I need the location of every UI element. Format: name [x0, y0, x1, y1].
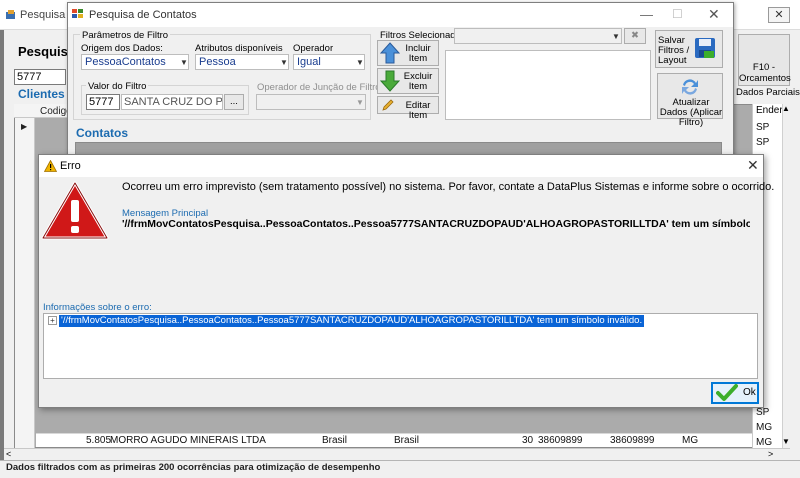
grid-horizontal-scrollbar[interactable] — [4, 448, 790, 460]
clear-filter-icon[interactable]: ✖ — [624, 28, 646, 44]
minimize-icon[interactable]: — — [640, 7, 653, 22]
valor-text-input[interactable]: SANTA CRUZ DO PAI — [121, 94, 223, 110]
contatos-title: Contatos — [76, 126, 128, 140]
chevron-down-icon[interactable]: ▼ — [180, 58, 188, 67]
row-cell-telefone-2: 38609899 — [610, 435, 655, 446]
error-message: Ocorreu um erro imprevisto (sem tratamen… — [122, 181, 775, 193]
scroll-right-icon[interactable]: > — [768, 449, 773, 459]
excluir-label: Excluir Item — [403, 71, 433, 92]
row-cell-numero: 30 — [522, 435, 534, 446]
atributos-select[interactable]: Pessoa — [195, 54, 289, 70]
checkmark-icon — [716, 384, 738, 401]
origem-select[interactable]: PessoaContatos — [81, 54, 189, 70]
valor-code-input[interactable]: 5777 — [86, 94, 120, 110]
row-cell-uf: MG — [682, 435, 699, 446]
filtros-list[interactable] — [445, 50, 651, 120]
main-close-button[interactable]: ✕ — [768, 7, 790, 23]
warning-icon — [44, 160, 57, 172]
maximize-icon[interactable]: ☐ — [672, 7, 683, 21]
grid-cell[interactable]: SP — [756, 137, 780, 148]
origem-value: PessoaContatos — [85, 56, 166, 68]
grid-cell[interactable]: MG — [756, 437, 780, 448]
chevron-down-icon[interactable]: ▼ — [356, 58, 364, 67]
arrow-down-icon — [380, 70, 400, 92]
scroll-down-icon[interactable]: ▼ — [782, 437, 790, 446]
principal-message: '//frmMovContatosPesquisa..PessoaContato… — [122, 218, 750, 230]
row-cell-telefone: 38609899 — [538, 435, 583, 446]
close-icon[interactable]: ✕ — [708, 6, 720, 23]
row-cell-nome: MORRO AGUDO MINERAIS LTDA — [110, 435, 266, 446]
operador-value: Igual — [297, 56, 321, 68]
tree-item[interactable]: '//frmMovContatosPesquisa..PessoaContato… — [59, 315, 645, 327]
chevron-down-icon[interactable]: ▼ — [612, 32, 620, 41]
chevron-down-icon[interactable]: ▼ — [356, 98, 364, 107]
dados-parciais-label: Dados Parciais — [736, 87, 800, 98]
info-label: Informações sobre o erro: — [43, 302, 152, 313]
row-cell-pais: Brasil — [322, 435, 348, 446]
window-left-edge — [0, 30, 4, 478]
grid-vertical-scrollbar[interactable] — [782, 104, 790, 448]
atributos-label: Atributos disponíveis — [195, 43, 283, 54]
operador-select[interactable]: Igual — [293, 54, 365, 70]
app-icon — [6, 10, 15, 19]
status-text: Dados filtrados com as primeiras 200 oco… — [6, 462, 381, 473]
grid-cell[interactable]: SP — [756, 122, 780, 133]
scroll-up-icon[interactable]: ▲ — [782, 104, 790, 113]
row-cell-codigo: 5.805 — [86, 435, 112, 446]
chevron-down-icon[interactable]: ▼ — [280, 58, 288, 67]
clientes-section-title: Clientes — [18, 87, 65, 101]
refresh-icon — [682, 79, 698, 95]
error-triangle-icon — [41, 181, 109, 240]
atualizar-label: Atualizar Dados (Aplicar Filtro) — [659, 97, 723, 128]
operador-label: Operador — [293, 43, 334, 54]
pesquisa-window-title: Pesquisa de Contatos — [89, 9, 197, 21]
browse-button[interactable]: ... — [224, 94, 244, 110]
filtros-select[interactable] — [454, 28, 622, 44]
grid-header-endereco[interactable]: Ender — [756, 105, 783, 116]
origem-label: Origem dos Dados: — [81, 43, 163, 54]
parametros-label: Parâmetros de Filtro — [80, 30, 171, 41]
scroll-left-icon[interactable]: < — [6, 449, 11, 459]
salvar-label: Salvar Filtros / Layout — [658, 35, 690, 66]
pencil-icon — [382, 99, 394, 111]
juncao-select[interactable] — [256, 94, 366, 110]
incluir-label: Incluir Item — [405, 43, 431, 64]
floppy-disk-icon — [695, 38, 715, 58]
ok-label: Ok — [743, 387, 756, 398]
expand-icon[interactable]: + — [48, 316, 57, 325]
f10-orcamentos-button[interactable]: F10 - Orcamentos — [738, 34, 791, 86]
close-icon[interactable]: ✕ — [747, 157, 759, 174]
grid-row-header — [15, 118, 35, 448]
error-titlebar — [39, 155, 763, 177]
atributos-value: Pessoa — [199, 56, 236, 68]
grid-cell[interactable]: SP — [756, 407, 780, 418]
editar-label: Editar Item — [405, 100, 431, 121]
valor-label: Valor do Filtro — [86, 81, 149, 92]
juncao-label: Operador de Junção de Filtros — [257, 82, 386, 93]
row-cell-pais-2: Brasil — [394, 435, 420, 446]
window-icon — [72, 9, 83, 18]
row-pointer-icon: ▶ — [21, 122, 28, 131]
main-search-input[interactable]: 5777 — [14, 69, 66, 85]
arrow-up-icon — [380, 42, 400, 64]
error-dialog-title: Erro — [60, 160, 81, 172]
grid-cell[interactable]: MG — [756, 422, 780, 433]
